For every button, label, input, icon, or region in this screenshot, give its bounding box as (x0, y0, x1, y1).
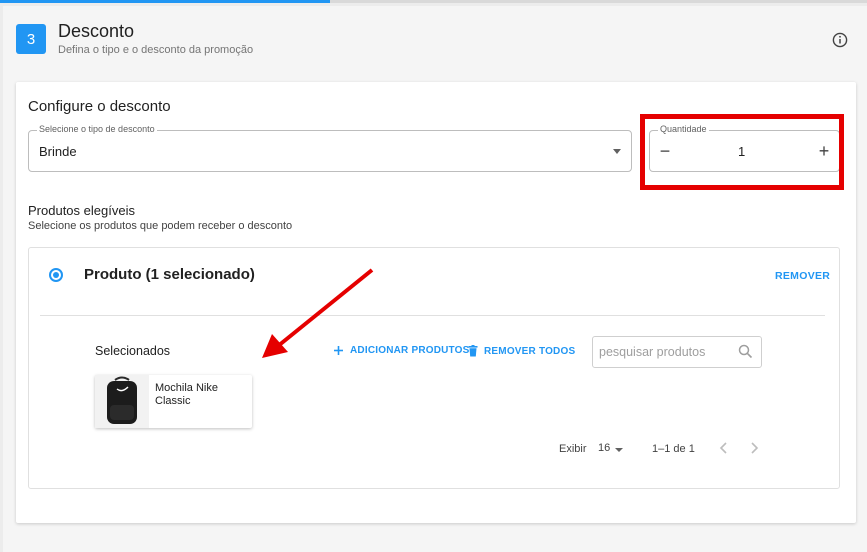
pagination-range: 1–1 de 1 (652, 443, 695, 455)
discount-type-value: Brinde (39, 144, 77, 159)
remove-product-option-button[interactable]: REMOVER (775, 270, 830, 282)
step-subtitle: Defina o tipo e o desconto da promoção (58, 44, 254, 56)
page-size-select[interactable]: 16 (598, 442, 610, 454)
search-icon[interactable] (738, 344, 753, 359)
add-products-label: ADICIONAR PRODUTOS (350, 345, 470, 356)
page-size-label: Exibir (559, 443, 587, 455)
discount-type-select[interactable]: Selecione o tipo de desconto Brinde (28, 124, 632, 172)
selected-product-card[interactable]: Mochila Nike Classic (95, 375, 252, 428)
annotation-highlight-box (640, 114, 844, 190)
product-search-field[interactable] (592, 336, 762, 368)
config-section-title: Configure o desconto (28, 98, 171, 115)
chevron-left-icon[interactable] (717, 440, 731, 456)
product-option-title: Produto (1 selecionado) (84, 266, 255, 283)
eligible-products-subtitle: Selecione os produtos que podem receber … (28, 220, 293, 232)
backpack-image (107, 376, 137, 424)
top-bar (0, 0, 867, 3)
info-icon[interactable] (832, 32, 848, 48)
remove-all-label: REMOVER TODOS (484, 345, 576, 357)
plus-icon (334, 346, 343, 355)
chevron-right-icon[interactable] (747, 440, 761, 456)
selected-product-name: Mochila Nike Classic (155, 382, 218, 407)
divider (40, 315, 825, 316)
product-thumbnail (95, 375, 149, 428)
product-option-radio[interactable] (49, 268, 63, 282)
remove-all-button[interactable]: REMOVER TODOS (468, 345, 575, 357)
chevron-down-icon[interactable] (615, 448, 623, 452)
trash-icon (468, 345, 478, 357)
eligible-products-title: Produtos elegíveis (28, 203, 135, 218)
chevron-down-icon (613, 149, 621, 154)
add-products-button[interactable]: ADICIONAR PRODUTOS (333, 345, 470, 356)
search-input[interactable] (599, 343, 729, 361)
selected-products-label: Selecionados (95, 344, 171, 358)
previous-step-indicator (0, 0, 330, 3)
discount-type-label: Selecione o tipo de desconto (37, 124, 157, 134)
step-number-badge: 3 (16, 24, 46, 54)
step-title: Desconto (58, 21, 135, 41)
